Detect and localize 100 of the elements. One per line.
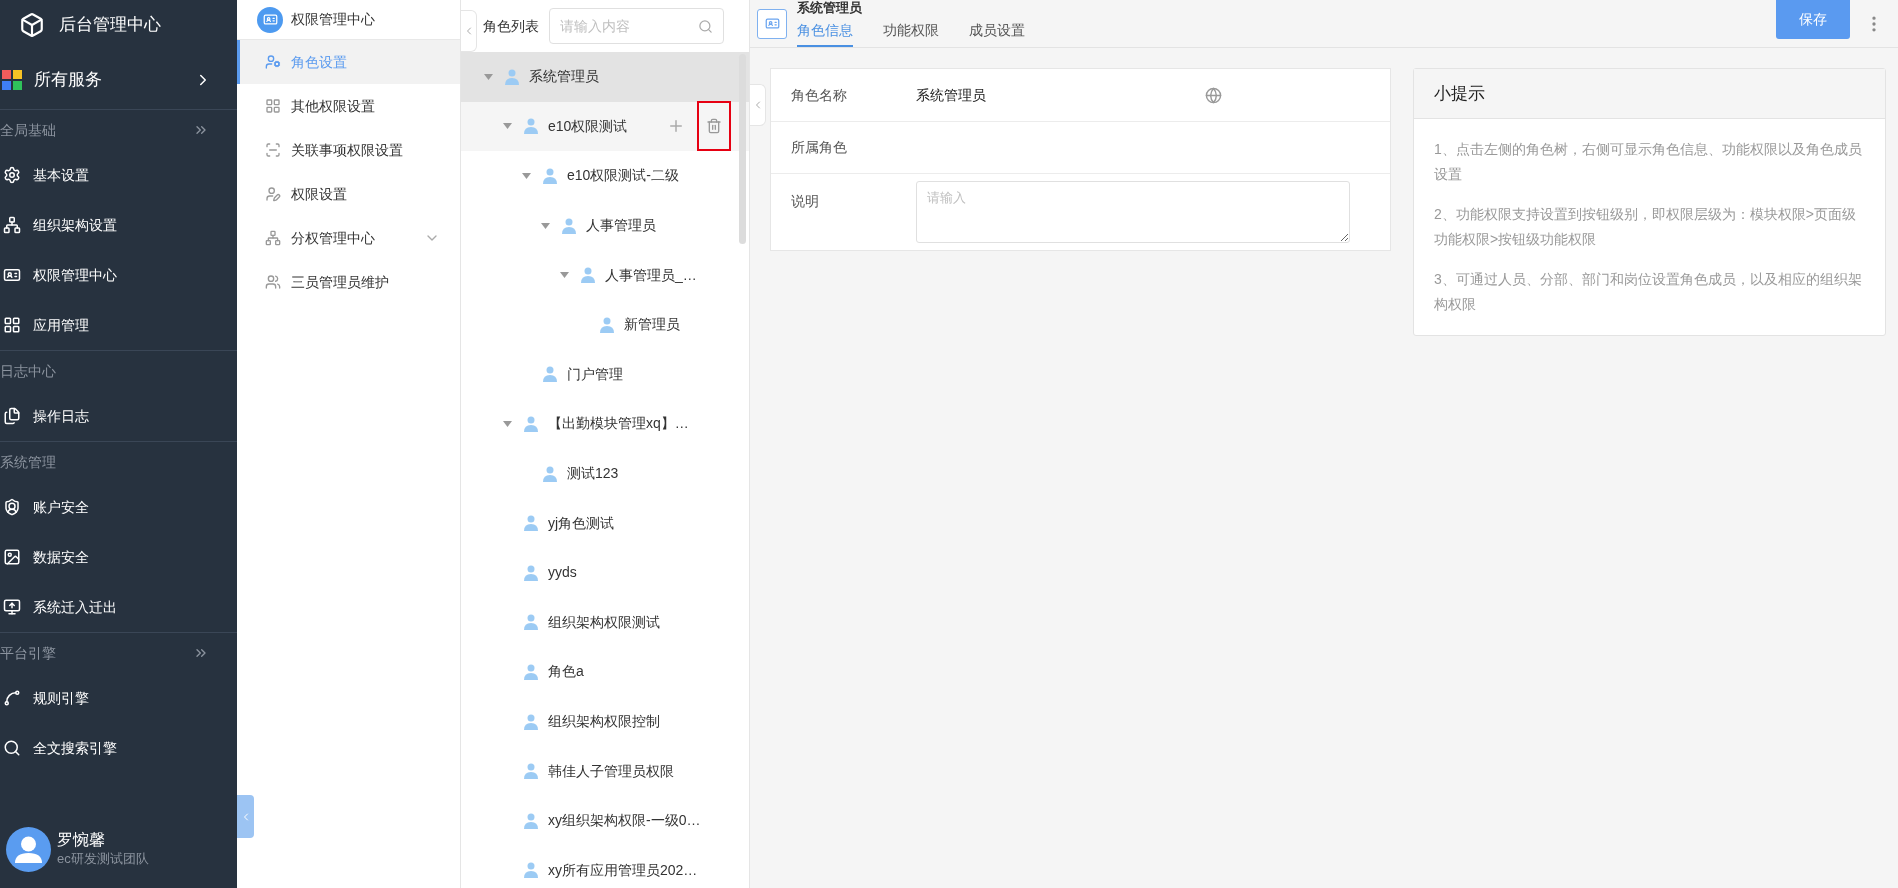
tree-row[interactable]: 韩佳人子管理员权限	[461, 746, 749, 796]
network-icon	[265, 230, 281, 246]
tree-row[interactable]: e10权限测试-二级	[461, 151, 749, 201]
badge-icon	[257, 6, 283, 33]
user-gear-icon	[265, 54, 281, 70]
tree-row[interactable]: 【出勤模块管理xq】…	[461, 399, 749, 449]
caret-icon[interactable]	[559, 272, 569, 279]
role-name: 系统管理员	[529, 67, 600, 87]
role-name: 门户管理	[567, 364, 624, 384]
role-name: 测试123	[567, 464, 620, 484]
person-icon	[505, 68, 519, 85]
role-name: yyds	[548, 563, 578, 583]
tree-row[interactable]: xy组织架构权限-一级0…	[461, 795, 749, 846]
avatar	[6, 826, 51, 872]
monitor-icon	[3, 598, 21, 616]
nav-item[interactable]: 数据安全	[0, 532, 237, 582]
submenu-item[interactable]: 三员管理员维护	[237, 260, 460, 304]
submenu-item[interactable]: 权限设置	[237, 172, 460, 216]
caret-icon[interactable]	[502, 123, 512, 130]
person-icon	[524, 415, 538, 432]
user-team: ec研发测试团队	[57, 850, 149, 868]
all-services-button[interactable]: 所有服务	[0, 50, 237, 110]
section-label: 系统管理	[0, 452, 56, 472]
role-name: e10权限测试	[548, 116, 629, 136]
user-name: 罗惋馨	[57, 830, 106, 850]
description-field[interactable]: 请输入	[916, 181, 1350, 243]
nav-item[interactable]: 组织架构设置	[0, 200, 237, 250]
settings-icon	[3, 166, 21, 184]
tree-row[interactable]: 人事管理员_…	[461, 250, 749, 300]
colored-grid-icon	[2, 69, 22, 90]
caret-icon[interactable]	[540, 222, 550, 229]
caret-icon[interactable]	[483, 73, 493, 80]
user-edit-icon	[265, 186, 281, 202]
tree-row[interactable]: 测试123	[461, 448, 749, 499]
person-icon	[524, 118, 538, 135]
nav-item[interactable]: 应用管理	[0, 300, 237, 350]
role-name: 韩佳人子管理员权限	[548, 761, 675, 781]
trash-icon[interactable]	[706, 118, 722, 135]
caret-icon[interactable]	[502, 420, 512, 427]
highlight-frame[interactable]	[697, 101, 731, 152]
shield-icon	[3, 498, 21, 516]
scrollbar[interactable]	[739, 54, 746, 244]
image-icon	[3, 548, 21, 566]
role-badge-icon	[757, 8, 787, 39]
tree-row[interactable]: 组织架构权限测试	[461, 597, 749, 648]
role-name: 角色a	[548, 662, 585, 682]
tree-row[interactable]: 组织架构权限控制	[461, 696, 749, 747]
submenu-title: 权限管理中心	[291, 10, 375, 29]
tree-row[interactable]: 新管理员	[461, 299, 749, 350]
role-name: 人事管理员	[586, 216, 657, 236]
cube-logo-icon	[19, 12, 45, 38]
tree-row[interactable]: yj角色测试	[461, 498, 749, 548]
tree-row[interactable]: xy所有应用管理员202…	[461, 845, 749, 888]
tree-row[interactable]: 人事管理员	[461, 200, 749, 251]
app-title: 后台管理中心	[59, 14, 161, 37]
globe-icon[interactable]	[1205, 86, 1222, 104]
submenu-item[interactable]: 分权管理中心	[237, 216, 460, 260]
role-name: 组织架构权限控制	[548, 712, 661, 731]
nav-item[interactable]: 操作日志	[0, 391, 237, 441]
role-name: 组织架构权限测试	[548, 612, 661, 632]
person-icon	[524, 862, 538, 879]
nav-item[interactable]: 规则引擎	[0, 673, 237, 723]
field-label: 角色名称	[790, 85, 848, 105]
nav-item[interactable]: 权限管理中心	[0, 250, 237, 300]
grid-icon	[265, 98, 281, 114]
person-icon	[543, 168, 557, 184]
tree-row[interactable]: e10权限测试	[461, 101, 749, 152]
person-icon	[543, 465, 557, 482]
panel-title: 系统管理员	[797, 0, 863, 16]
nav-item[interactable]: 系统迁入迁出	[0, 582, 237, 632]
person-icon	[600, 316, 614, 333]
nav-item[interactable]: 账户安全	[0, 482, 237, 532]
role-name: 新管理员	[624, 315, 681, 335]
nav-item[interactable]: 全文搜索引擎	[0, 723, 237, 773]
person-icon	[524, 763, 538, 780]
person-icon	[562, 217, 576, 234]
role-name: xy组织架构权限-一级0…	[548, 811, 702, 831]
tab[interactable]: 成员设置	[969, 16, 1025, 47]
person-icon	[581, 267, 595, 284]
search-icon	[698, 18, 713, 34]
search-field[interactable]: 请输入内容	[549, 8, 724, 44]
role-name: 【出勤模块管理xq】…	[548, 414, 690, 434]
tab[interactable]: 功能权限	[883, 16, 939, 47]
caret-icon[interactable]	[521, 173, 531, 179]
person-icon	[524, 663, 538, 680]
person-icon	[524, 713, 538, 730]
network-icon	[3, 216, 21, 234]
users-icon	[265, 274, 281, 290]
section-label: 日志中心	[0, 361, 56, 381]
tree-row[interactable]: 门户管理	[461, 349, 749, 400]
role-name: yj角色测试	[548, 513, 616, 533]
tree-row[interactable]: yyds	[461, 547, 749, 598]
tip-text: 1、点击左侧的角色树，右侧可显示角色信息、功能权限以及角色成员设置	[1434, 140, 1863, 184]
tree-row[interactable]: 角色a	[461, 647, 749, 697]
submenu-item[interactable]: 关联事项权限设置	[237, 128, 460, 172]
submenu-item[interactable]: 其他权限设置	[237, 84, 460, 128]
tree-row[interactable]: 系统管理员	[461, 52, 749, 102]
id-card-icon	[3, 266, 21, 284]
nav-item[interactable]: 基本设置	[0, 150, 237, 200]
role-name: 人事管理员_…	[605, 265, 698, 285]
